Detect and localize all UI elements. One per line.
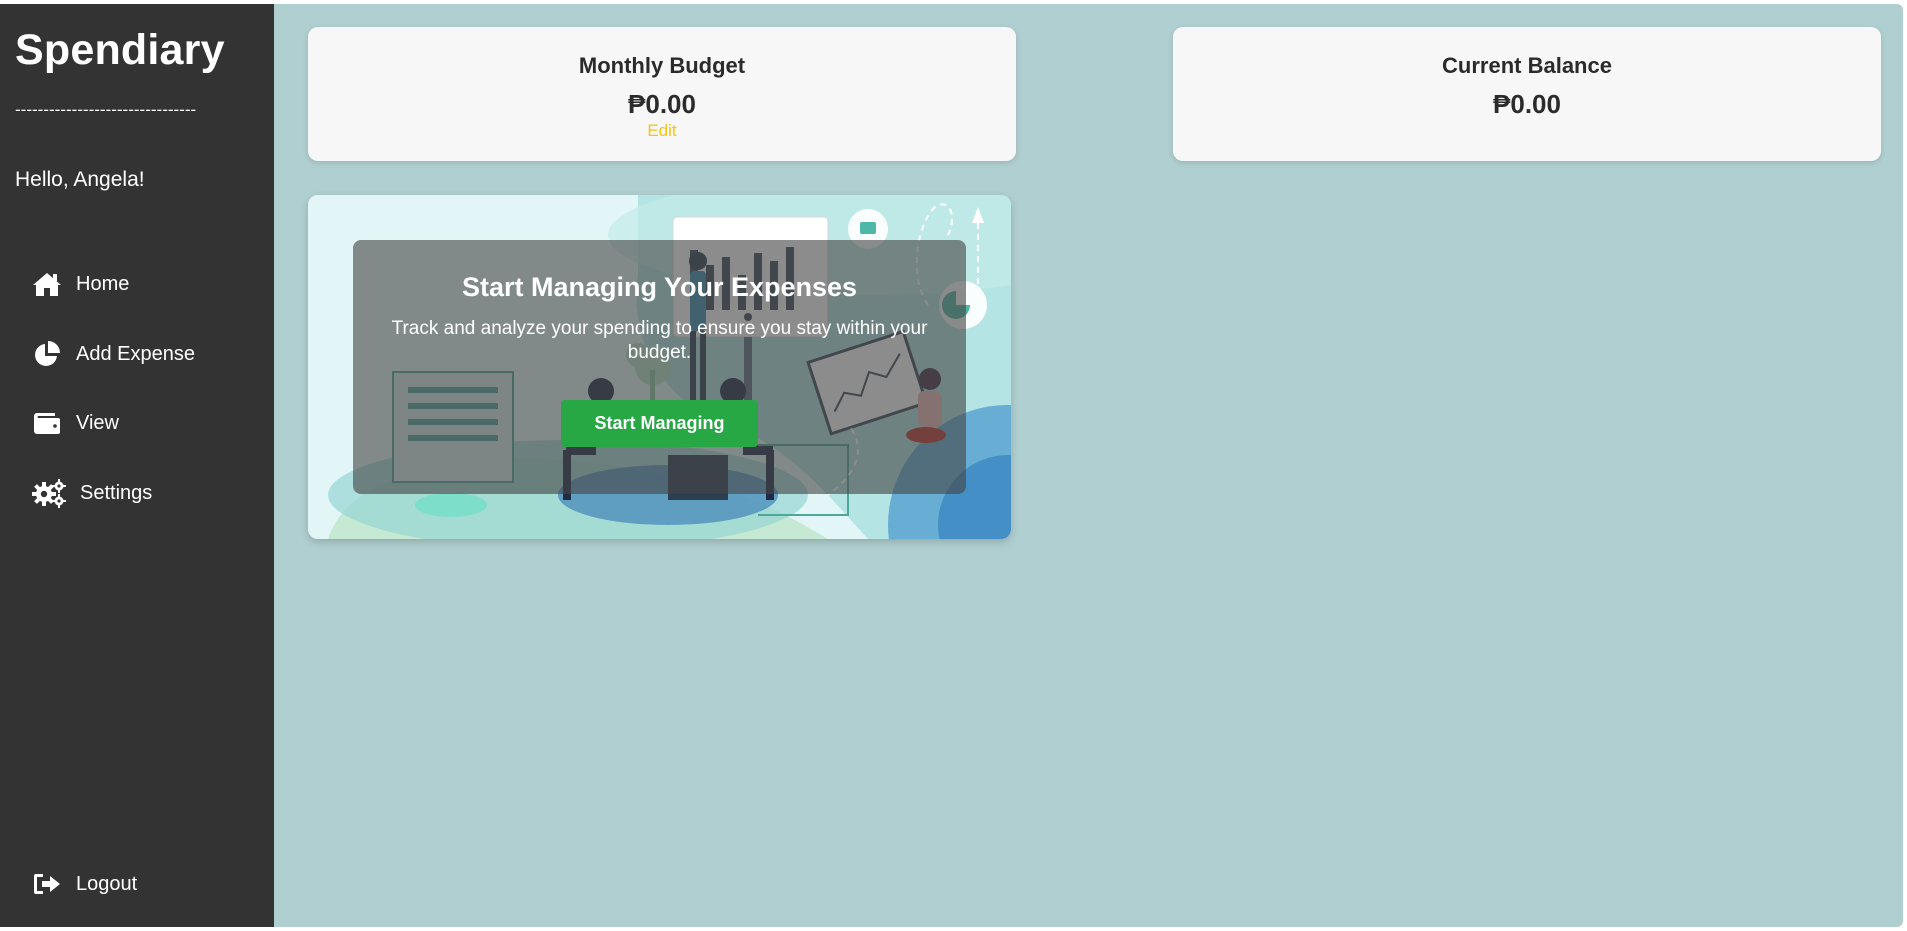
- sidebar-item-label: Add Expense: [76, 342, 195, 365]
- hero-banner: Start Managing Your Expenses Track and a…: [308, 195, 1011, 539]
- sidebar-item-add-expense[interactable]: Add Expense: [32, 336, 195, 372]
- gears-icon: [32, 478, 66, 508]
- app-window: Spendiary ------------------------------…: [0, 4, 1903, 927]
- sidebar-item-settings[interactable]: Settings: [32, 475, 152, 511]
- sidebar-divider: --------------------------------: [15, 100, 197, 119]
- hero-title: Start Managing Your Expenses: [461, 272, 858, 302]
- logout-button[interactable]: Logout: [32, 866, 137, 902]
- sidebar-item-label: View: [76, 411, 119, 434]
- edit-budget-link[interactable]: Edit: [647, 121, 676, 141]
- logout-label: Logout: [76, 872, 138, 895]
- pie-chart-icon: [32, 339, 62, 369]
- sidebar-item-view[interactable]: View: [32, 405, 119, 441]
- start-managing-button[interactable]: Start Managing: [561, 400, 758, 447]
- current-balance-value: ₱0.00: [1493, 89, 1561, 119]
- current-balance-title: Current Balance: [1442, 53, 1612, 78]
- sign-out-icon: [32, 869, 62, 899]
- sidebar-item-home[interactable]: Home: [32, 266, 129, 302]
- home-icon: [32, 269, 62, 299]
- user-greeting: Hello, Angela!: [15, 168, 145, 191]
- monthly-budget-card: Monthly Budget ₱0.00 Edit: [308, 27, 1016, 161]
- brand-logo: Spendiary: [15, 26, 225, 74]
- hero-overlay: Start Managing Your Expenses Track and a…: [353, 240, 966, 494]
- hero-description: Track and analyze your spending to ensur…: [391, 318, 928, 363]
- monthly-budget-value: ₱0.00: [628, 89, 696, 119]
- current-balance-card: Current Balance ₱0.00: [1173, 27, 1881, 161]
- monthly-budget-title: Monthly Budget: [578, 53, 746, 78]
- wallet-icon: [32, 408, 62, 438]
- sidebar-item-label: Home: [76, 272, 130, 295]
- sidebar: Spendiary ------------------------------…: [0, 4, 274, 927]
- sidebar-item-label: Settings: [80, 481, 153, 504]
